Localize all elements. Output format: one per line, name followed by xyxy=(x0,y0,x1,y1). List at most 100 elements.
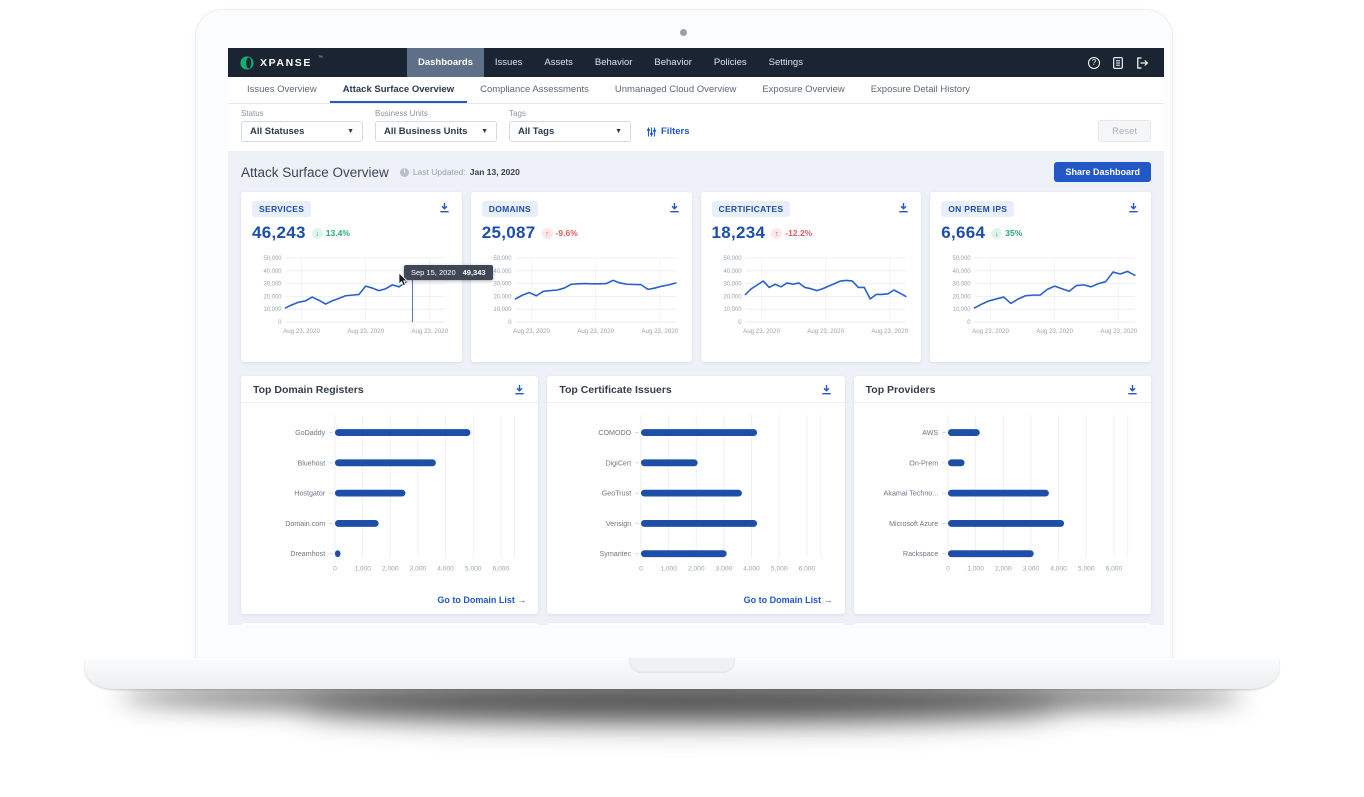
page-header: Attack Surface Overview i Last Updated: … xyxy=(241,161,1151,183)
kpi-card-on-prem-ips: ON PREM IPS 6,664 ↓ 35% xyxy=(930,192,1151,362)
arrow-up-icon: ↑ xyxy=(771,228,782,239)
top-certificate-issuers-card: Top Certificate Issuers 01,0002,0003,000… xyxy=(547,376,844,614)
tab-exposure-overview[interactable]: Exposure Overview xyxy=(749,77,857,103)
tab-issues-overview[interactable]: Issues Overview xyxy=(234,77,330,103)
svg-text:30,000: 30,000 xyxy=(953,282,972,288)
on-prem-ips-trend-chart: 50,00040,00030,00020,00010,0000Aug 23, 2… xyxy=(941,250,1140,342)
svg-text:1,000: 1,000 xyxy=(661,565,678,572)
svg-text:Aug 23, 2020: Aug 23, 2020 xyxy=(743,328,780,335)
nav-item-assets[interactable]: Assets xyxy=(533,48,584,77)
status-filter-label: Status xyxy=(241,109,363,118)
svg-text:3,000: 3,000 xyxy=(410,565,427,572)
kpi-label-badge: SERVICES xyxy=(252,201,311,217)
kpi-card-certificates: CERTIFICATES 18,234 ↑ -12.2% xyxy=(701,192,922,362)
top-providers-card: Top Providers 01,0002,0003,0004,0005,000… xyxy=(854,376,1151,614)
kpi-delta-text: 35% xyxy=(1005,228,1022,238)
kpi-delta: ↑ -9.6% xyxy=(542,228,578,239)
nav-item-behavior-2[interactable]: Behavior xyxy=(643,48,703,77)
reset-filters-button[interactable]: Reset xyxy=(1098,120,1151,142)
nav-item-issues[interactable]: Issues xyxy=(484,48,533,77)
nav-menu: Dashboards Issues Assets Behavior Behavi… xyxy=(407,48,814,77)
nav-item-dashboards[interactable]: Dashboards xyxy=(407,48,484,77)
logout-icon[interactable] xyxy=(1136,57,1149,69)
svg-text:2,000: 2,000 xyxy=(995,565,1012,572)
go-to-domain-list-link[interactable]: Go to Domain List → xyxy=(437,595,526,605)
tags-filter-label: Tags xyxy=(509,109,631,118)
svg-text:Dreamhost: Dreamhost xyxy=(290,550,325,558)
dashboard-tabbar: Issues Overview Attack Surface Overview … xyxy=(228,77,1164,104)
partial-card xyxy=(547,623,844,625)
share-dashboard-button[interactable]: Share Dashboard xyxy=(1054,162,1151,182)
nav-item-behavior-1[interactable]: Behavior xyxy=(584,48,644,77)
more-filters-button[interactable]: Filters xyxy=(647,121,690,142)
laptop-shadow-inner xyxy=(300,690,1060,726)
help-icon[interactable]: ? xyxy=(1088,57,1100,69)
kpi-value: 18,234 xyxy=(712,223,766,243)
last-updated-label: Last Updated: xyxy=(413,167,466,177)
status-filter-select[interactable]: All Statuses ▼ xyxy=(241,121,363,142)
svg-text:Microsoft Azure: Microsoft Azure xyxy=(889,520,938,528)
download-icon[interactable] xyxy=(668,201,681,214)
svg-text:30,000: 30,000 xyxy=(263,282,282,288)
last-updated: i Last Updated: Jan 13, 2020 xyxy=(400,167,520,177)
sliders-icon xyxy=(647,127,656,137)
svg-text:Aug 23, 2020: Aug 23, 2020 xyxy=(807,328,844,335)
svg-text:4,000: 4,000 xyxy=(437,565,454,572)
partial-card xyxy=(241,623,538,625)
kpi-value: 46,243 xyxy=(252,223,306,243)
tab-unmanaged-cloud-overview[interactable]: Unmanaged Cloud Overview xyxy=(602,77,749,103)
download-icon[interactable] xyxy=(513,383,526,396)
brand-name: XPANSE xyxy=(260,57,312,69)
svg-text:6,000: 6,000 xyxy=(493,565,510,572)
svg-text:4,000: 4,000 xyxy=(744,565,761,572)
download-icon[interactable] xyxy=(820,383,833,396)
svg-text:2,000: 2,000 xyxy=(382,565,399,572)
svg-text:1,000: 1,000 xyxy=(967,565,984,572)
download-icon[interactable] xyxy=(897,201,910,214)
nav-item-policies[interactable]: Policies xyxy=(703,48,758,77)
business-units-filter-select[interactable]: All Business Units ▼ xyxy=(375,121,497,142)
svg-text:0: 0 xyxy=(278,320,282,326)
download-icon[interactable] xyxy=(438,201,451,214)
svg-text:Domain.com: Domain.com xyxy=(285,520,325,528)
nav-right-icons: ? xyxy=(1088,48,1164,77)
download-icon[interactable] xyxy=(1127,201,1140,214)
svg-text:50,000: 50,000 xyxy=(723,256,742,262)
tags-filter-select[interactable]: All Tags ▼ xyxy=(509,121,631,142)
xpanse-logo-icon xyxy=(240,56,254,70)
download-icon[interactable] xyxy=(1126,383,1139,396)
svg-text:6,000: 6,000 xyxy=(799,565,816,572)
svg-text:COMODO: COMODO xyxy=(599,429,632,437)
svg-text:0: 0 xyxy=(738,320,742,326)
kpi-delta-text: 13.4% xyxy=(326,228,350,238)
filter-bar: Status All Statuses ▼ Business Units All… xyxy=(228,104,1164,151)
svg-text:Aug 23, 2020: Aug 23, 2020 xyxy=(577,328,614,335)
svg-text:GoDaddy: GoDaddy xyxy=(295,429,326,437)
brand-logo[interactable]: XPANSE ™ xyxy=(228,48,335,77)
svg-text:0: 0 xyxy=(508,320,512,326)
tab-attack-surface-overview[interactable]: Attack Surface Overview xyxy=(330,77,467,103)
tab-compliance-assessments[interactable]: Compliance Assessments xyxy=(467,77,602,103)
svg-text:Akamai Techno...: Akamai Techno... xyxy=(883,490,938,498)
nav-item-settings[interactable]: Settings xyxy=(758,48,814,77)
brand-trademark: ™ xyxy=(318,55,323,61)
svg-text:Hostgator: Hostgator xyxy=(294,490,326,498)
svg-text:Aug 23, 2020: Aug 23, 2020 xyxy=(411,328,448,335)
go-to-domain-list-link[interactable]: Go to Domain List → xyxy=(744,595,833,605)
svg-text:Aug 23, 2020: Aug 23, 2020 xyxy=(972,328,1009,335)
svg-text:Aug 23, 2020: Aug 23, 2020 xyxy=(347,328,384,335)
chevron-down-icon: ▼ xyxy=(347,128,354,135)
svg-text:10,000: 10,000 xyxy=(953,307,972,313)
dashboard-screen: XPANSE ™ Dashboards Issues Assets Behavi… xyxy=(228,48,1164,625)
release-notes-icon[interactable] xyxy=(1113,57,1123,69)
top-domain-registers-card: Top Domain Registers 01,0002,0003,0004,0… xyxy=(241,376,538,614)
svg-text:5,000: 5,000 xyxy=(1078,565,1095,572)
top-domain-registers-chart: 01,0002,0003,0004,0005,0006,000GoDaddyBl… xyxy=(241,403,538,590)
status-filter-value: All Statuses xyxy=(250,126,304,137)
svg-text:DigiCert: DigiCert xyxy=(606,459,632,467)
partial-card-row xyxy=(241,623,1151,625)
tab-exposure-detail-history[interactable]: Exposure Detail History xyxy=(858,77,983,103)
svg-text:0: 0 xyxy=(967,320,971,326)
svg-text:Aug 23, 2020: Aug 23, 2020 xyxy=(283,328,320,335)
svg-text:Verisign: Verisign xyxy=(606,520,631,528)
